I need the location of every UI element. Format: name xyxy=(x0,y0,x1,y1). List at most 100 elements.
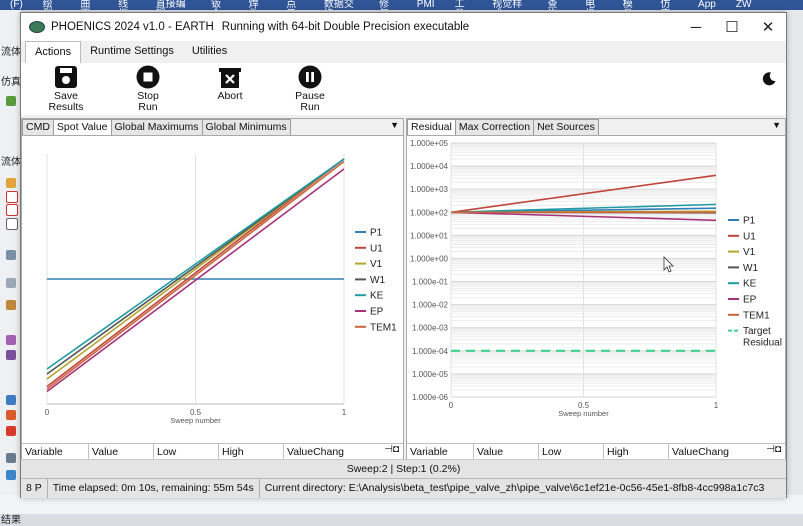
host-label: 流体 xyxy=(1,47,21,58)
host-menu-item[interactable]: 点云 xyxy=(276,0,314,10)
tab-utilities[interactable]: Utilities xyxy=(183,41,236,63)
host-menu-item[interactable]: ZW Teammate xyxy=(726,0,803,10)
host-menu-item[interactable]: 视觉样式 xyxy=(482,0,537,10)
spot-value-pane: CMD Spot Value Global Maximums Global Mi… xyxy=(21,118,404,461)
grid-header-low[interactable]: Low xyxy=(539,444,604,460)
stop-icon xyxy=(136,65,160,89)
host-menu: (F)绘型曲面线框直接编辑钣金焊件点云数据交换修复PMI工具视觉样式查询电极模具… xyxy=(0,0,803,10)
tab-spot-value[interactable]: Spot Value xyxy=(52,119,112,135)
x-tick-label: 0 xyxy=(449,401,454,410)
x-axis-label: Sweep number xyxy=(170,416,221,425)
dark-mode-icon[interactable] xyxy=(761,71,777,87)
tab-net-sources[interactable]: Net Sources xyxy=(533,119,599,135)
pin-icon[interactable]: ⊣◘ xyxy=(380,444,403,460)
host-menu-item[interactable]: 修复 xyxy=(369,0,407,10)
host-right-panel xyxy=(785,10,803,514)
host-menu-item[interactable]: 钣金 xyxy=(201,0,239,10)
tab-runtime-settings[interactable]: Runtime Settings xyxy=(81,41,183,63)
host-ribbon: (F)绘型曲面线框直接编辑钣金焊件点云数据交换修复PMI工具视觉样式查询电极模具… xyxy=(0,0,803,10)
phoenics-window: PHOENICS 2024 v1.0 - EARTH Running with … xyxy=(20,12,787,498)
legend-label: KE xyxy=(370,291,384,302)
grid-header-value-change[interactable]: ValueChang xyxy=(284,444,348,460)
host-menu-item[interactable]: PMI xyxy=(407,0,445,10)
host-item-icon xyxy=(6,395,16,405)
host-menu-item[interactable]: 模具 xyxy=(613,0,651,10)
host-checkbox-icon[interactable] xyxy=(6,218,18,230)
host-add-icon[interactable] xyxy=(6,96,16,106)
pause-run-button[interactable]: Pause Run xyxy=(283,65,337,113)
host-item-icon xyxy=(6,250,16,260)
host-menu-item[interactable]: 查询 xyxy=(537,0,575,10)
grid-header-variable[interactable]: Variable xyxy=(22,444,89,460)
tab-cmd[interactable]: CMD xyxy=(22,119,54,135)
grid-header-variable[interactable]: Variable xyxy=(407,444,474,460)
stop-label-2: Run xyxy=(138,101,158,113)
legend-label: EP xyxy=(743,295,757,306)
pause-icon xyxy=(298,65,322,89)
y-tick-label: 1.000e+01 xyxy=(410,231,449,240)
residual-pane: Residual Max Correction Net Sources ▼ 1.… xyxy=(406,118,786,461)
grid-header-high[interactable]: High xyxy=(219,444,284,460)
host-item-icon xyxy=(6,300,16,310)
grid-header-value-change[interactable]: ValueChang xyxy=(669,444,733,460)
host-checkbox-icon[interactable] xyxy=(6,191,18,203)
x-tick-label: 0 xyxy=(45,408,50,417)
main-tabs: Actions Runtime Settings Utilities xyxy=(21,41,786,65)
stop-run-button[interactable]: Stop Run xyxy=(121,65,175,113)
close-button[interactable]: ✕ xyxy=(750,13,786,41)
host-item-icon xyxy=(6,470,16,480)
tab-max-correction[interactable]: Max Correction xyxy=(454,119,535,135)
host-checkbox-icon[interactable] xyxy=(6,204,18,216)
host-menu-item[interactable]: 焊件 xyxy=(239,0,277,10)
legend-label: W1 xyxy=(743,263,758,274)
host-menu-item[interactable]: 工具 xyxy=(445,0,483,10)
sweep-status: Sweep:2 | Step:1 (0.2%) xyxy=(21,459,786,478)
host-item-icon xyxy=(6,278,16,288)
grid-header-value[interactable]: Value xyxy=(89,444,154,460)
pin-icon[interactable]: ⊣◘ xyxy=(762,444,785,460)
host-menu-item[interactable]: 曲面 xyxy=(70,0,108,10)
current-directory: Current directory: E:\Analysis\beta_test… xyxy=(264,482,765,494)
maximize-button[interactable]: ☐ xyxy=(714,13,750,41)
abort-button[interactable]: Abort xyxy=(203,65,257,102)
minimize-button[interactable]: ─ xyxy=(678,13,714,41)
grid-header-value[interactable]: Value xyxy=(474,444,539,460)
host-menu-item[interactable]: 线框 xyxy=(108,0,146,10)
tab-residual[interactable]: Residual xyxy=(407,119,456,135)
legend-label: V1 xyxy=(743,247,756,258)
grid-header-low[interactable]: Low xyxy=(154,444,219,460)
save-icon xyxy=(55,66,77,88)
host-label: 仿真 xyxy=(1,77,21,88)
host-menu-item[interactable]: 仿真 xyxy=(650,0,688,10)
legend-label: TEM1 xyxy=(370,322,397,333)
host-item-icon xyxy=(6,350,16,360)
host-menu-item[interactable]: 电极 xyxy=(575,0,613,10)
legend-label: Target xyxy=(743,326,771,337)
y-tick-label: 1.000e-05 xyxy=(412,370,449,379)
pane-menu-icon[interactable]: ▼ xyxy=(772,120,781,130)
legend-label: Residual xyxy=(743,338,782,349)
legend-label: TEM1 xyxy=(743,310,770,321)
pane-menu-icon[interactable]: ▼ xyxy=(390,120,399,130)
window-title: PHOENICS 2024 v1.0 - EARTH xyxy=(51,21,214,33)
tab-global-minimums[interactable]: Global Minimums xyxy=(201,119,291,135)
host-menu-item[interactable]: 数据交换 xyxy=(314,0,369,10)
legend-label: W1 xyxy=(370,275,385,286)
right-pane-tabs: Residual Max Correction Net Sources ▼ xyxy=(407,119,785,136)
host-menu-item[interactable]: 直接编辑 xyxy=(146,0,201,10)
window-subtitle: Running with 64-bit Double Precision exe… xyxy=(221,21,470,33)
y-tick-label: 1.000e+00 xyxy=(410,254,449,263)
legend-label: P1 xyxy=(743,216,756,227)
grid-header-high[interactable]: High xyxy=(604,444,669,460)
save-results-button[interactable]: Save Results xyxy=(39,65,93,113)
x-tick-label: 1 xyxy=(714,401,719,410)
host-menu-item[interactable]: 绘型 xyxy=(33,0,71,10)
legend-label: P1 xyxy=(370,228,383,239)
time-elapsed: Time elapsed: 0m 10s, remaining: 55m 54s xyxy=(48,479,260,498)
host-menu-item[interactable]: (F) xyxy=(0,0,33,10)
y-tick-label: 1.000e-02 xyxy=(412,301,449,310)
host-menu-item[interactable]: App xyxy=(688,0,726,10)
tab-global-maximums[interactable]: Global Maximums xyxy=(110,119,203,135)
tab-actions[interactable]: Actions xyxy=(25,41,82,65)
legend-label: EP xyxy=(370,307,384,318)
